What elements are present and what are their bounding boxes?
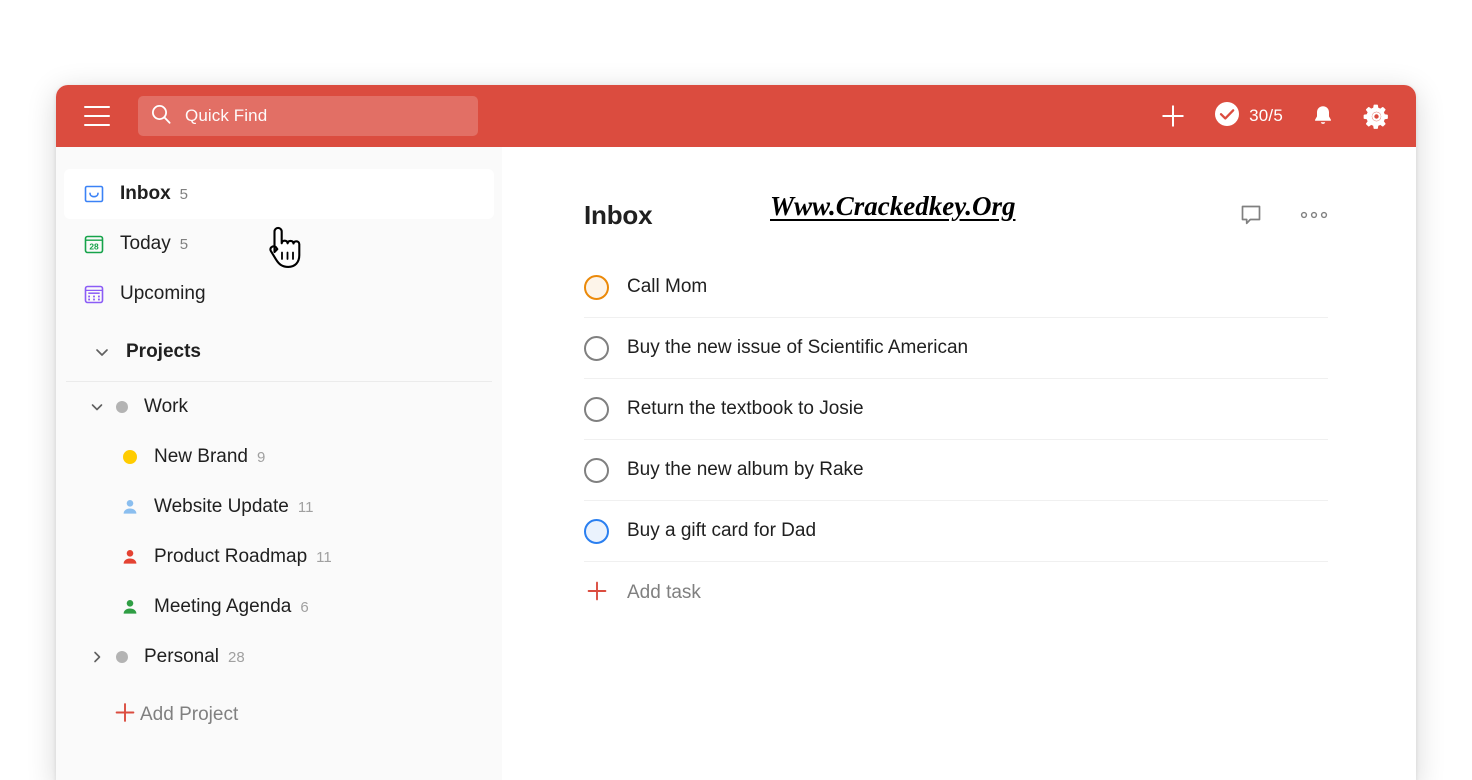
sidebar-item-inbox[interactable]: Inbox 5 bbox=[64, 169, 494, 219]
sidebar-item-count: 5 bbox=[179, 185, 189, 203]
task-label: Return the textbook to Josie bbox=[627, 398, 864, 419]
sidebar-project-count: 9 bbox=[257, 448, 266, 466]
inbox-tray-icon bbox=[82, 182, 106, 206]
chevron-down-icon[interactable] bbox=[84, 398, 110, 416]
check-circle-icon bbox=[1214, 101, 1240, 132]
sidebar-project-product-roadmap[interactable]: Product Roadmap 11 bbox=[64, 532, 494, 582]
add-project-button[interactable]: Add Project bbox=[64, 690, 494, 740]
task-row[interactable]: Return the textbook to Josie bbox=[584, 379, 1328, 440]
task-checkbox[interactable] bbox=[584, 274, 609, 300]
sidebar-section-label: Projects bbox=[126, 341, 201, 362]
sidebar-item-label: Inbox bbox=[120, 183, 171, 204]
add-project-label: Add Project bbox=[140, 704, 239, 725]
svg-text:28: 28 bbox=[89, 241, 99, 251]
plus-icon bbox=[114, 702, 136, 729]
gray-dot-icon bbox=[110, 400, 134, 414]
gear-icon[interactable] bbox=[1363, 103, 1390, 130]
comment-bubble-icon[interactable] bbox=[1238, 202, 1264, 228]
task-label: Call Mom bbox=[627, 276, 708, 297]
plus-icon bbox=[586, 580, 608, 607]
page-title: Inbox bbox=[584, 199, 653, 230]
task-row[interactable]: Buy the new album by Rake bbox=[584, 440, 1328, 501]
content-header: Inbox Www.Crackedkey.Org bbox=[584, 191, 1328, 235]
sidebar: Inbox 5 28 Today 5 Upcoming Projects Wor… bbox=[56, 147, 502, 780]
sidebar-project-count: 11 bbox=[297, 498, 314, 516]
sidebar-project-website-update[interactable]: Website Update 11 bbox=[64, 482, 494, 532]
hamburger-icon[interactable] bbox=[84, 106, 110, 126]
search-icon bbox=[150, 103, 172, 130]
app-window: Quick Find 30/5 Inbox 5 28 Today 5 Upcom… bbox=[56, 85, 1416, 780]
task-label: Buy a gift card for Dad bbox=[627, 520, 817, 541]
sidebar-item-label: Today bbox=[120, 233, 171, 254]
sidebar-project-work[interactable]: Work bbox=[64, 382, 494, 432]
sidebar-project-personal[interactable]: Personal 28 bbox=[64, 632, 494, 682]
chevron-down-icon[interactable] bbox=[92, 342, 118, 362]
content-header-actions bbox=[1238, 202, 1328, 228]
yellow-dot-icon bbox=[118, 449, 142, 465]
sidebar-item-label: Upcoming bbox=[120, 283, 206, 304]
screen: Quick Find 30/5 Inbox 5 28 Today 5 Upcom… bbox=[0, 0, 1472, 780]
sidebar-item-count: 5 bbox=[179, 235, 189, 253]
top-toolbar: Quick Find 30/5 bbox=[56, 85, 1416, 147]
watermark-text: Www.Crackedkey.Org bbox=[770, 191, 1016, 221]
sidebar-item-today[interactable]: 28 Today 5 bbox=[64, 219, 494, 269]
calendar-28-icon: 28 bbox=[82, 232, 106, 256]
task-label: Buy the new issue of Scientific American bbox=[627, 337, 969, 358]
task-label: Buy the new album by Rake bbox=[627, 459, 864, 480]
task-checkbox[interactable] bbox=[584, 457, 609, 483]
sidebar-project-label: Personal bbox=[144, 646, 219, 667]
calendar-grid-icon bbox=[82, 282, 106, 306]
sidebar-project-new-brand[interactable]: New Brand 9 bbox=[64, 432, 494, 482]
karma-count: 30/5 bbox=[1249, 106, 1283, 125]
sidebar-item-upcoming[interactable]: Upcoming bbox=[64, 269, 494, 319]
sidebar-project-label: Product Roadmap bbox=[154, 546, 308, 567]
person-icon bbox=[118, 547, 142, 567]
add-task-button[interactable]: Add task bbox=[584, 562, 1328, 624]
more-horizontal-icon[interactable] bbox=[1300, 210, 1328, 220]
task-checkbox[interactable] bbox=[584, 335, 609, 361]
task-checkbox[interactable] bbox=[584, 396, 609, 422]
toolbar-actions: 30/5 bbox=[1159, 101, 1390, 132]
sidebar-project-label: New Brand bbox=[154, 446, 248, 467]
karma-button[interactable]: 30/5 bbox=[1214, 101, 1283, 132]
sidebar-section-projects[interactable]: Projects bbox=[64, 327, 494, 377]
sidebar-project-count: 28 bbox=[228, 648, 245, 666]
sidebar-project-label: Meeting Agenda bbox=[154, 596, 292, 617]
sidebar-project-label: Work bbox=[144, 396, 188, 417]
task-row[interactable]: Buy the new issue of Scientific American bbox=[584, 318, 1328, 379]
gray-dot-icon bbox=[110, 650, 134, 664]
bell-icon[interactable] bbox=[1310, 103, 1336, 129]
chevron-right-icon[interactable] bbox=[84, 648, 110, 666]
sidebar-project-count: 6 bbox=[300, 598, 309, 616]
search-input[interactable]: Quick Find bbox=[138, 96, 478, 136]
app-body: Inbox 5 28 Today 5 Upcoming Projects Wor… bbox=[56, 147, 1416, 780]
sidebar-project-meeting-agenda[interactable]: Meeting Agenda 6 bbox=[64, 582, 494, 632]
sidebar-project-count: 11 bbox=[316, 548, 332, 566]
person-icon bbox=[118, 597, 142, 617]
task-row[interactable]: Call Mom bbox=[584, 257, 1328, 318]
sidebar-project-label: Website Update bbox=[154, 496, 289, 517]
content-panel: Inbox Www.Crackedkey.Org Call Mom Buy th… bbox=[502, 147, 1416, 780]
person-icon bbox=[118, 497, 142, 517]
add-task-label: Add task bbox=[627, 582, 701, 603]
task-checkbox[interactable] bbox=[584, 518, 609, 544]
task-row[interactable]: Buy a gift card for Dad bbox=[584, 501, 1328, 562]
plus-icon[interactable] bbox=[1159, 102, 1187, 130]
search-placeholder: Quick Find bbox=[185, 106, 268, 125]
